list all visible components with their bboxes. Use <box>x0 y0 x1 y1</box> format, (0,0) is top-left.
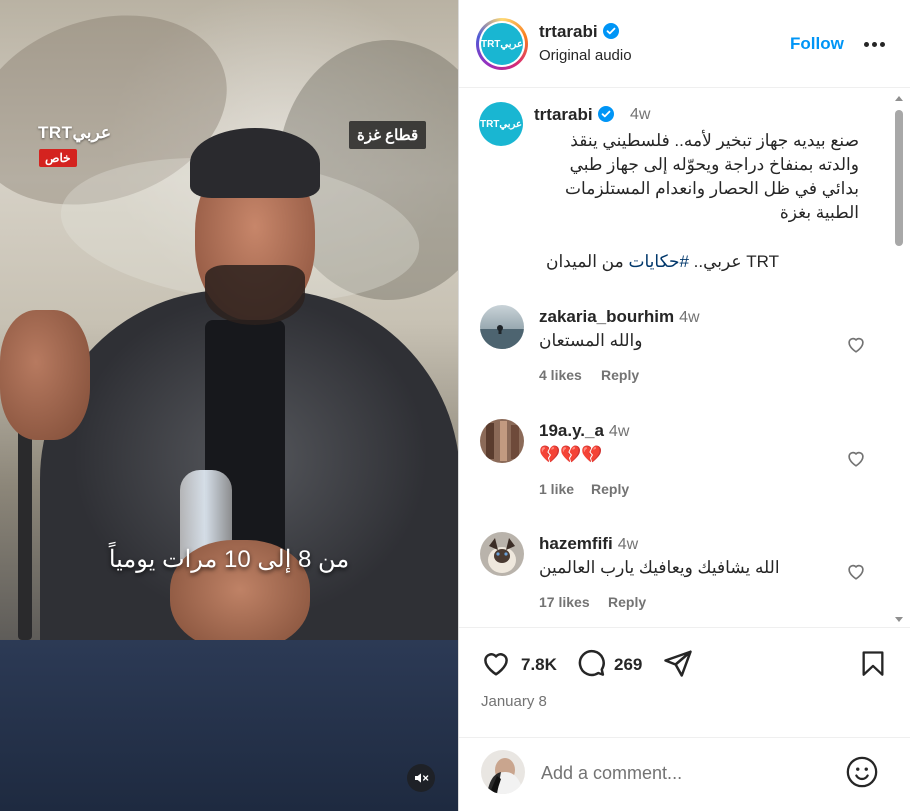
caption-username-row[interactable]: trtarabi <box>534 105 614 125</box>
commenter-avatar[interactable] <box>480 419 524 463</box>
reply-button[interactable]: Reply <box>601 367 639 383</box>
comment-text: والله المستعان <box>539 331 643 350</box>
verified-badge-icon <box>602 22 619 39</box>
comment-time[interactable]: 4w <box>618 536 638 553</box>
comment-item: 19a.y._a 4w 💔💔💔 1 like Reply <box>459 419 893 529</box>
heart-icon[interactable] <box>845 560 867 582</box>
exclusive-badge: خاص <box>39 149 77 167</box>
header-username-row[interactable]: trtarabi <box>539 22 619 42</box>
more-options-icon[interactable] <box>861 32 887 56</box>
man-beard <box>205 265 305 325</box>
comment-username-row: hazemfifi 4w <box>539 534 638 554</box>
caption-hashtag-line: TRT عربي.. #حكايات من الميدان <box>534 250 779 274</box>
trt-arabi-logo: TRTعربي <box>38 123 111 142</box>
comment-time[interactable]: 4w <box>609 423 629 440</box>
caption-text: صنع بيديه جهاز تبخير لأمه.. فلسطيني ينقذ… <box>565 131 859 222</box>
share-icon[interactable] <box>662 648 694 678</box>
commenter-avatar[interactable] <box>480 305 524 349</box>
comments-scrollbar[interactable] <box>893 92 905 624</box>
header-username[interactable]: trtarabi <box>539 22 598 41</box>
comment-username[interactable]: 19a.y._a <box>539 421 604 440</box>
like-count[interactable]: 7.8K <box>521 655 557 675</box>
add-comment-input[interactable] <box>541 759 841 787</box>
comment-text: الله يشافيك ويعافيك يارب العالمين <box>539 558 780 577</box>
comment-username-row: 19a.y._a 4w <box>539 421 629 441</box>
bookmark-icon[interactable] <box>859 648 887 678</box>
post-date[interactable]: January 8 <box>481 693 547 710</box>
reply-button[interactable]: Reply <box>591 481 629 497</box>
add-comment-bar <box>459 737 910 811</box>
caption-suffix: من الميدان <box>545 252 629 271</box>
comment-icon[interactable] <box>576 648 606 678</box>
reel-video[interactable]: TRTعربي خاص قطاع غزة من 8 إلى 10 مرات يو… <box>0 0 458 811</box>
muted-speaker-icon <box>415 773 429 783</box>
video-subtitle: من 8 إلى 10 مرات يومياً <box>108 546 350 573</box>
comment-likes[interactable]: 1 like <box>539 481 574 497</box>
comment-username-row: zakaria_bourhim 4w <box>539 307 700 327</box>
follow-button[interactable]: Follow <box>790 34 844 54</box>
comment-item: hazemfifi 4w الله يشافيك ويعافيك يارب الع… <box>459 532 893 626</box>
comment-text: 💔💔💔 <box>539 445 603 464</box>
caption-avatar[interactable]: TRTعربي <box>479 102 523 146</box>
commenter-avatar[interactable] <box>480 532 524 576</box>
caption-time[interactable]: 4w <box>630 106 650 124</box>
comment-likes[interactable]: 4 likes <box>539 367 582 383</box>
comment-username[interactable]: zakaria_bourhim <box>539 307 674 326</box>
account-avatar[interactable]: TRTعربي <box>476 18 528 70</box>
comment-count[interactable]: 269 <box>614 655 642 675</box>
emoji-icon[interactable] <box>845 755 879 789</box>
current-user-avatar[interactable] <box>481 750 525 794</box>
reply-button[interactable]: Reply <box>608 594 646 610</box>
comment-username[interactable]: hazemfifi <box>539 534 613 553</box>
scroll-thumb[interactable] <box>895 110 903 246</box>
heart-icon[interactable] <box>845 447 867 469</box>
verified-badge-icon <box>597 105 614 122</box>
comments-scroll-area[interactable]: TRTعربي trtarabi 4w صنع بيديه جهاز تبخير… <box>459 89 910 626</box>
man-jeans <box>0 640 458 811</box>
post-side-panel: TRTعربي trtarabi Original audio Follow T… <box>458 0 910 811</box>
mute-button[interactable] <box>407 764 435 792</box>
original-audio-link[interactable]: Original audio <box>539 47 632 64</box>
scroll-down-arrow[interactable] <box>895 617 903 622</box>
man-hand <box>0 310 90 440</box>
hashtag-link[interactable]: #حكايات <box>628 252 688 271</box>
heart-icon[interactable] <box>481 648 511 678</box>
location-tag: قطاع غزة <box>349 121 427 149</box>
caption-username[interactable]: trtarabi <box>534 105 593 124</box>
post-header: TRTعربي trtarabi Original audio Follow <box>459 0 910 88</box>
comment-item: zakaria_bourhim 4w والله المستعان 4 likes… <box>459 305 893 415</box>
scroll-up-arrow[interactable] <box>895 96 903 101</box>
avatar-logo-text: TRTعربي <box>481 23 523 65</box>
comment-likes[interactable]: 17 likes <box>539 594 590 610</box>
man-cap <box>190 128 320 198</box>
caption-brand: TRT عربي.. <box>688 252 779 271</box>
heart-icon[interactable] <box>845 333 867 355</box>
post-actions-bar: 7.8K 269 January 8 <box>459 627 910 737</box>
comment-time[interactable]: 4w <box>679 309 699 326</box>
